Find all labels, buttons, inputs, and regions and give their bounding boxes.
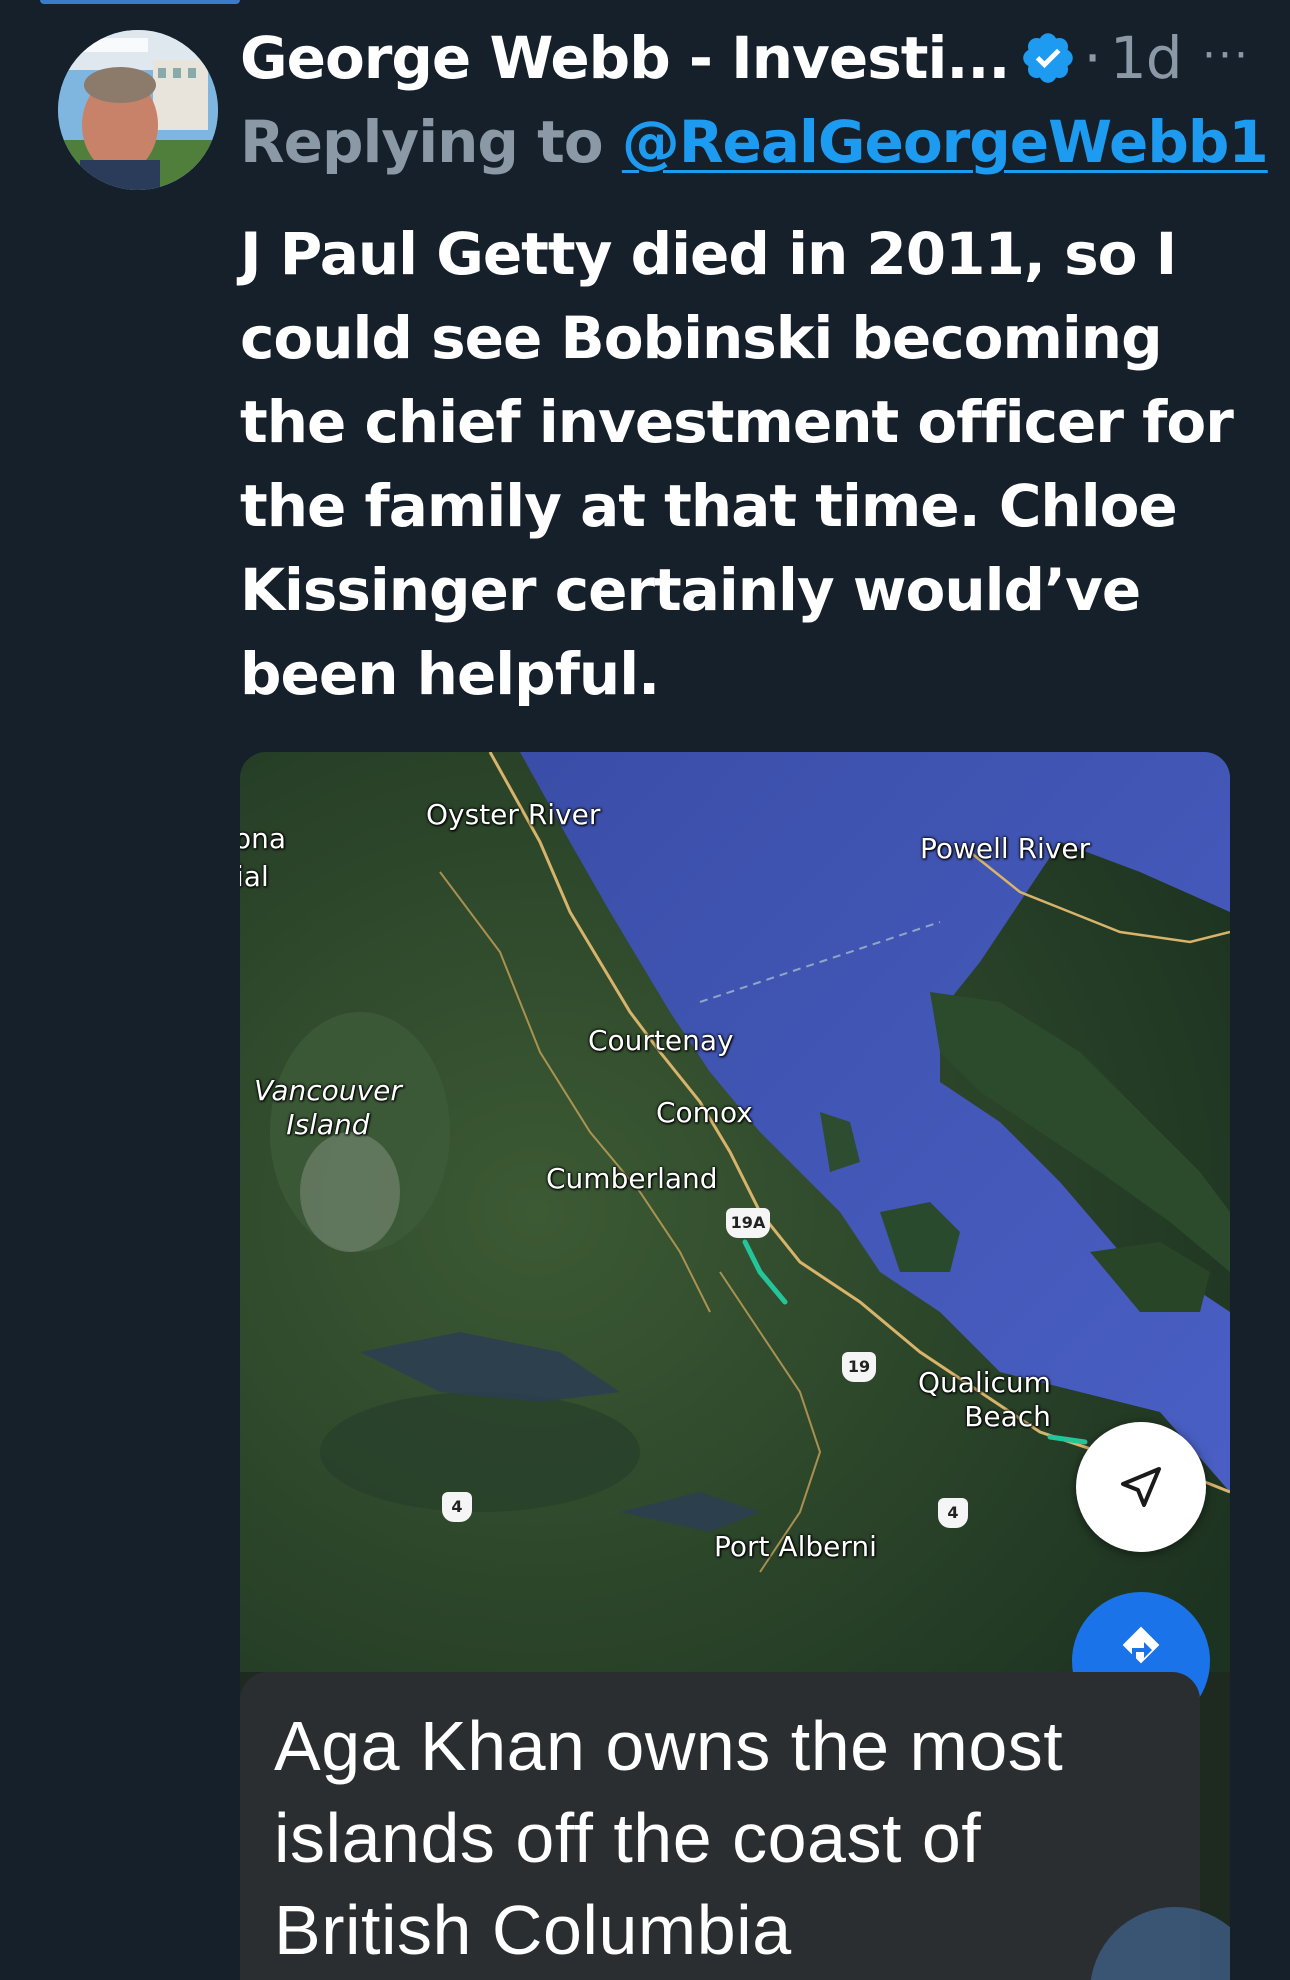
map-label-powell-river: Powell River bbox=[920, 832, 1091, 865]
highway-shield-4-east: 4 bbox=[938, 1498, 968, 1528]
navigation-arrow-icon bbox=[1121, 1467, 1161, 1507]
tweet-media-image[interactable]: Oyster River Powell River ona ial Courte… bbox=[240, 752, 1230, 1980]
highway-shield-19: 19 bbox=[842, 1352, 876, 1382]
map-label-comox: Comox bbox=[656, 1096, 753, 1129]
map-label-qualicum-beach: Qualicum Beach bbox=[918, 1366, 1051, 1433]
author-name[interactable]: George Webb - Investi... bbox=[240, 24, 1010, 92]
replying-prefix: Replying to bbox=[240, 108, 622, 176]
caption-text: Aga Khan owns the most islands off the c… bbox=[274, 1707, 1064, 1969]
more-options-button[interactable]: ··· bbox=[1202, 30, 1250, 81]
map-label-edge-ial: ial bbox=[240, 860, 269, 893]
caption-box: Aga Khan owns the most islands off the c… bbox=[240, 1672, 1200, 1980]
tweet-header: George Webb - Investi... · 1d bbox=[240, 18, 1270, 98]
top-edge-indicator bbox=[40, 0, 240, 4]
reply-context: Replying to @RealGeorgeWebb1 bbox=[240, 108, 1269, 176]
tweet-text: J Paul Getty died in 2011, so I could se… bbox=[240, 220, 1234, 708]
replying-handle-link[interactable]: @RealGeorgeWebb1 bbox=[622, 108, 1269, 176]
avatar[interactable] bbox=[58, 30, 218, 190]
map-label-courtenay: Courtenay bbox=[588, 1024, 734, 1057]
map-label-port-alberni: Port Alberni bbox=[714, 1530, 877, 1563]
verified-badge-icon bbox=[1023, 33, 1074, 83]
navigate-button[interactable] bbox=[1076, 1422, 1206, 1552]
map-label-edge-na: ona bbox=[240, 822, 287, 855]
avatar-image bbox=[58, 30, 218, 190]
map-label-vancouver-island: Vancouver Island bbox=[254, 1074, 402, 1141]
map-label-cumberland: Cumberland bbox=[546, 1162, 718, 1195]
map-label-oyster-river: Oyster River bbox=[426, 798, 601, 831]
highway-shield-19a: 19A bbox=[726, 1208, 770, 1238]
highway-shield-4-west: 4 bbox=[442, 1492, 472, 1522]
timestamp[interactable]: 1d bbox=[1110, 24, 1183, 92]
separator-dot: · bbox=[1083, 24, 1102, 92]
